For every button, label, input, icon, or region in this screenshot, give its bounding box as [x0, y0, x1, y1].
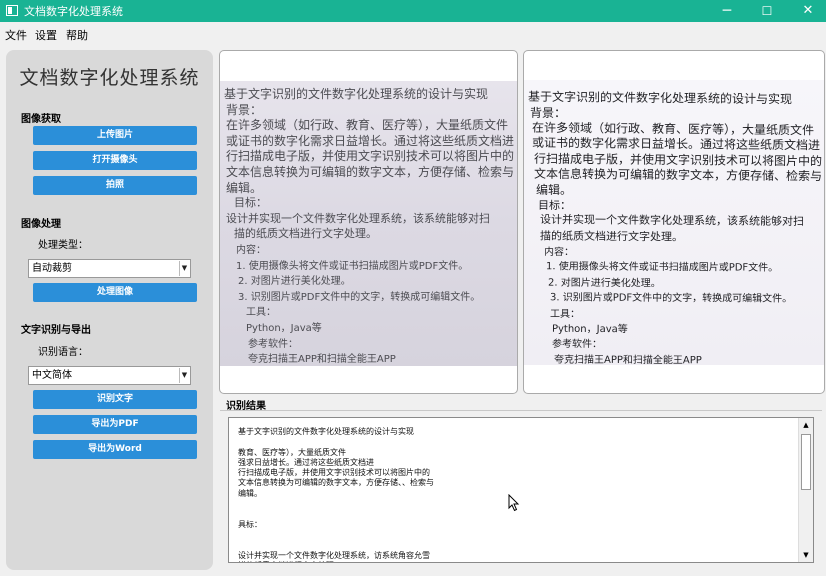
- export-word-button[interactable]: 导出为Word: [33, 440, 197, 459]
- document-line: 夸克扫描王APP和扫描全能王APP: [248, 354, 396, 366]
- menu-file[interactable]: 文件: [5, 27, 27, 43]
- document-line: Python，Java等: [246, 323, 322, 334]
- document-line: 基于文字识别的文件数字化处理系统的设计与实现: [527, 89, 793, 107]
- upload-image-button[interactable]: 上传图片: [33, 126, 197, 145]
- document-line: 设计并实现一个文件数字化处理系统，该系统能够对扫: [226, 211, 490, 225]
- document-line: 参考软件：: [551, 339, 603, 351]
- document-line: 设计并实现一个文件数字化处理系统，该系统能够对扫: [539, 213, 805, 229]
- app-window-icon: [6, 5, 18, 16]
- document-line: 夸克扫描王APP和扫描全能王APP: [553, 354, 702, 365]
- document-line: 编辑。: [226, 180, 263, 195]
- document-line: 行扫描成电子版，并使用文字识别技术可以将图片中的: [226, 149, 515, 164]
- original-image-panel: 基于文字识别的文件数字化处理系统的设计与实现 背景： 在许多领域（如行政、教育、医疗…: [219, 50, 518, 394]
- ocr-export-heading: 文字识别与导出: [21, 325, 91, 336]
- dropdown-arrow-icon[interactable]: ▼: [179, 261, 189, 276]
- processed-image-panel: 基于文字识别的文件数字化处理系统的设计与实现 背景： 在许多领域（如行政、教育、医疗…: [523, 50, 825, 394]
- menu-settings[interactable]: 设置: [35, 27, 57, 43]
- sidebar: 文档数字化处理系统 图像获取 上传图片 打开摄像头 拍照 图像处理 处理类型： …: [6, 50, 213, 570]
- process-image-button[interactable]: 处理图像: [33, 283, 197, 302]
- original-document-image: 基于文字识别的文件数字化处理系统的设计与实现 背景： 在许多领域（如行政、教育、医疗…: [220, 81, 517, 366]
- processed-document-image: 基于文字识别的文件数字化处理系统的设计与实现 背景： 在许多领域（如行政、教育、医疗…: [524, 80, 824, 365]
- document-line: 基于文字识别的文件数字化处理系统的设计与实现: [224, 87, 489, 101]
- menu-bar: 文件 设置 帮助: [0, 22, 826, 44]
- document-line: 目标：: [234, 196, 267, 210]
- document-line: 背景：: [226, 102, 263, 117]
- export-pdf-button[interactable]: 导出为PDF: [33, 415, 197, 434]
- document-line: 3. 识别图片或PDF文件中的文字，转换成可编辑文件。: [549, 292, 793, 305]
- document-line: 文本信息转换为可编辑的数字文本，方便存储、检索与: [226, 165, 515, 179]
- ocr-language-select[interactable]: 中文简体 ▼: [28, 366, 191, 385]
- result-divider: [220, 410, 822, 411]
- document-line: 内容：: [543, 246, 575, 259]
- maximize-button[interactable]: ☐: [747, 0, 787, 22]
- document-line: 工具：: [549, 308, 581, 320]
- ocr-language-label: 识别语言：: [38, 347, 88, 358]
- document-line: 工具：: [246, 307, 276, 319]
- capture-photo-button[interactable]: 拍照: [33, 176, 197, 195]
- document-line: 1. 使用摄像头将文件或证书扫描成图片或PDF文件。: [545, 261, 779, 275]
- document-line: 或证书的数字化需求日益增长。通过将这些纸质文档进: [226, 133, 515, 148]
- document-line: 描的纸质文档进行文字处理。: [539, 229, 684, 244]
- document-line: 参考软件：: [248, 338, 298, 350]
- process-type-select[interactable]: 自动裁剪 ▼: [28, 259, 191, 278]
- recognize-text-button[interactable]: 识别文字: [33, 390, 197, 409]
- process-type-label: 处理类型：: [38, 240, 88, 251]
- minimize-button[interactable]: ─: [707, 0, 747, 22]
- document-line: 文本信息转换为可编辑的数字文本，方便存储、检索与: [533, 166, 823, 184]
- menu-help[interactable]: 帮助: [66, 27, 88, 43]
- scroll-thumb[interactable]: [801, 434, 811, 490]
- document-line: 1. 使用摄像头将文件或证书扫描成图片或PDF文件。: [236, 260, 469, 272]
- title-bar: 文档数字化处理系统 ─ ☐ ✕: [0, 0, 826, 22]
- image-process-heading: 图像处理: [21, 219, 61, 230]
- ocr-language-value: 中文简体: [32, 370, 72, 381]
- window-title: 文档数字化处理系统: [24, 5, 123, 18]
- result-text-area[interactable]: 基于文字识别的文件数字化处理系统的设计与实现 教育、医疗等），大量纸质文件 强求…: [228, 417, 814, 563]
- document-line: Python，Java等: [551, 323, 628, 336]
- document-line: 描的纸质文档进行文字处理。: [234, 227, 377, 241]
- close-button[interactable]: ✕: [788, 0, 826, 22]
- mouse-cursor-icon: [508, 494, 520, 512]
- document-line: 2. 对图片进行美化处理。: [547, 277, 661, 290]
- scroll-down-icon[interactable]: ▼: [799, 548, 813, 562]
- document-line: 内容：: [236, 245, 266, 256]
- result-scrollbar[interactable]: ▲ ▼: [798, 418, 813, 562]
- image-acquire-heading: 图像获取: [21, 114, 61, 125]
- document-line: 3. 识别图片或PDF文件中的文字，转换成可编辑文件。: [238, 291, 481, 303]
- scroll-up-icon[interactable]: ▲: [799, 418, 813, 432]
- open-camera-button[interactable]: 打开摄像头: [33, 151, 197, 170]
- process-type-value: 自动裁剪: [32, 263, 72, 274]
- document-line: 在许多领域（如行政、教育、医疗等），大量纸质文件: [226, 118, 509, 133]
- sidebar-title: 文档数字化处理系统: [19, 67, 200, 89]
- dropdown-arrow-icon[interactable]: ▼: [179, 368, 189, 383]
- document-line: 2. 对图片进行美化处理。: [238, 276, 351, 288]
